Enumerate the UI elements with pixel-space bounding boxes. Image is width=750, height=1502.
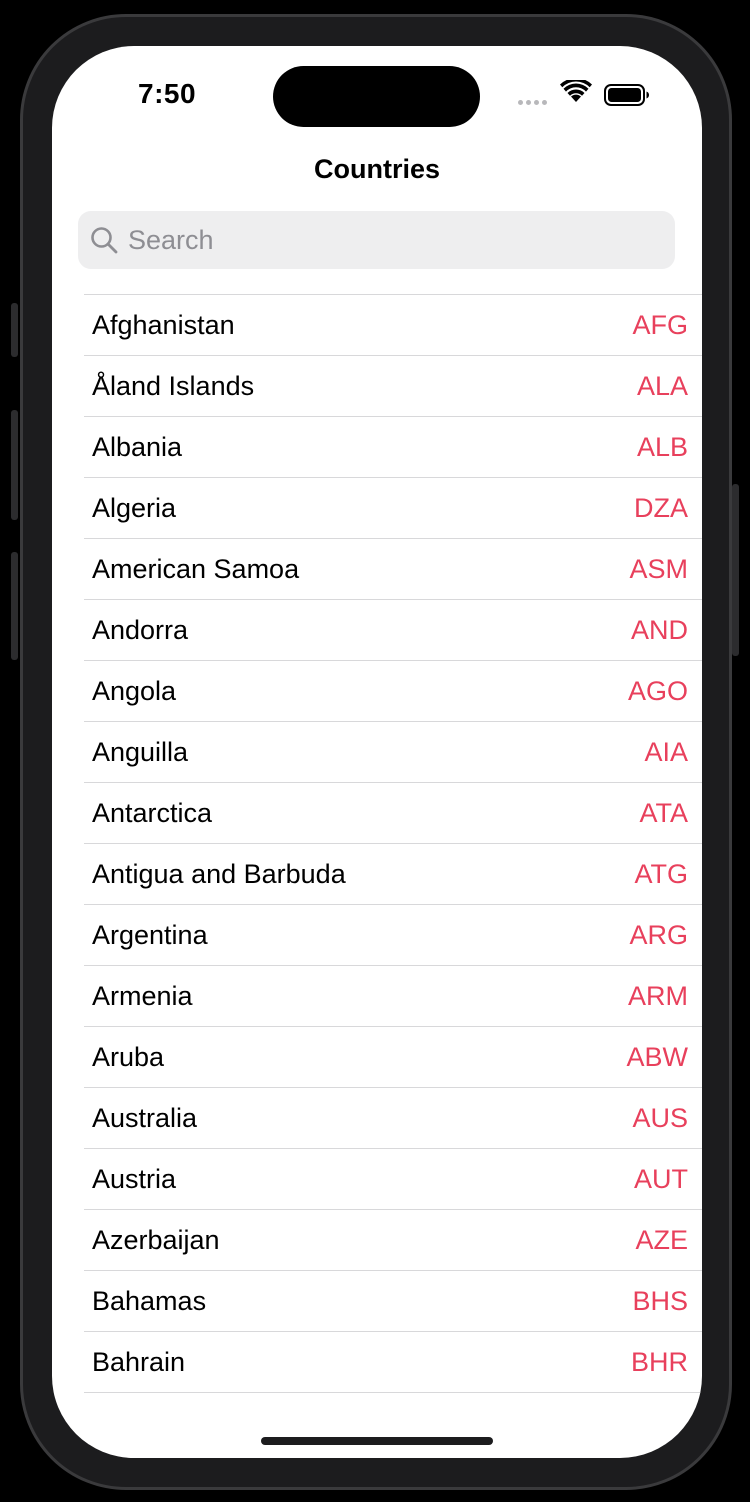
- search-field[interactable]: Search: [78, 211, 675, 269]
- country-row[interactable]: Andorra AND: [84, 600, 702, 661]
- country-name: Åland Islands: [92, 370, 255, 401]
- country-list: Afghanistan AFG Åland Islands ALA Albania ALB…: [84, 294, 702, 1393]
- country-name: Bahamas: [92, 1285, 207, 1316]
- country-row[interactable]: American Samoa ASM: [84, 539, 702, 600]
- home-indicator[interactable]: [261, 1437, 493, 1445]
- country-code: AUS: [632, 1102, 688, 1133]
- country-code: BHR: [630, 1346, 688, 1377]
- country-row[interactable]: Antarctica ATA: [84, 783, 702, 844]
- search-icon: [91, 227, 118, 254]
- country-row[interactable]: Angola AGO: [84, 661, 702, 722]
- country-row[interactable]: Argentina ARG: [84, 905, 702, 966]
- country-row[interactable]: Bahamas BHS: [84, 1271, 702, 1332]
- country-code: ARM: [628, 980, 688, 1011]
- screen: 7:50 Countries Search Afghanistan AFG Ålan…: [52, 46, 702, 1458]
- country-name: Argentina: [92, 919, 208, 950]
- country-row[interactable]: Anguilla AIA: [84, 722, 702, 783]
- country-code: DZA: [634, 492, 688, 523]
- country-name: Australia: [92, 1102, 198, 1133]
- country-code: AZE: [635, 1224, 688, 1255]
- country-name: Bahrain: [92, 1346, 186, 1377]
- country-row[interactable]: Aruba ABW: [84, 1027, 702, 1088]
- dynamic-island: [273, 66, 480, 127]
- country-row[interactable]: Austria AUT: [84, 1149, 702, 1210]
- country-row[interactable]: Afghanistan AFG: [84, 295, 702, 356]
- action-button: [11, 303, 18, 357]
- country-name: American Samoa: [92, 553, 300, 584]
- battery-icon: [604, 84, 649, 106]
- country-row[interactable]: Azerbaijan AZE: [84, 1210, 702, 1271]
- country-name: Albania: [92, 431, 183, 462]
- country-name: Antigua and Barbuda: [92, 858, 346, 889]
- country-code: ABW: [626, 1041, 688, 1072]
- country-row[interactable]: Antigua and Barbuda ATG: [84, 844, 702, 905]
- country-row[interactable]: Algeria DZA: [84, 478, 702, 539]
- country-name: Austria: [92, 1163, 177, 1194]
- country-code: AFG: [632, 309, 688, 340]
- country-row[interactable]: Australia AUS: [84, 1088, 702, 1149]
- search-placeholder: Search: [128, 224, 214, 255]
- power-button: [732, 484, 739, 656]
- country-name: Antarctica: [92, 797, 213, 828]
- cellular-signal-icon: [518, 100, 547, 105]
- country-row[interactable]: Åland Islands ALA: [84, 356, 702, 417]
- status-time: 7:50: [138, 78, 197, 109]
- country-name: Aruba: [92, 1041, 165, 1072]
- country-code: AIA: [644, 736, 688, 767]
- country-code: ALB: [636, 431, 688, 462]
- country-code: ATA: [639, 797, 688, 828]
- country-row[interactable]: Bahrain BHR: [84, 1332, 702, 1393]
- country-name: Anguilla: [92, 736, 189, 767]
- country-name: Angola: [92, 675, 177, 706]
- country-name: Algeria: [92, 492, 177, 523]
- country-name: Afghanistan: [92, 309, 235, 340]
- country-code: ATG: [634, 858, 689, 889]
- country-code: ARG: [629, 919, 688, 950]
- volume-down-button: [11, 552, 18, 660]
- volume-up-button: [11, 410, 18, 520]
- country-code: ALA: [636, 370, 688, 401]
- country-row[interactable]: Albania ALB: [84, 417, 702, 478]
- country-code: AND: [630, 614, 688, 645]
- country-code: BHS: [632, 1285, 688, 1316]
- wifi-icon: [560, 80, 592, 102]
- country-code: AGO: [627, 675, 688, 706]
- country-name: Azerbaijan: [92, 1224, 220, 1255]
- country-code: ASM: [629, 553, 688, 584]
- page-title: Countries: [313, 154, 440, 184]
- country-name: Armenia: [92, 980, 193, 1011]
- country-code: AUT: [634, 1163, 688, 1194]
- country-row[interactable]: Armenia ARM: [84, 966, 702, 1027]
- country-name: Andorra: [92, 614, 189, 645]
